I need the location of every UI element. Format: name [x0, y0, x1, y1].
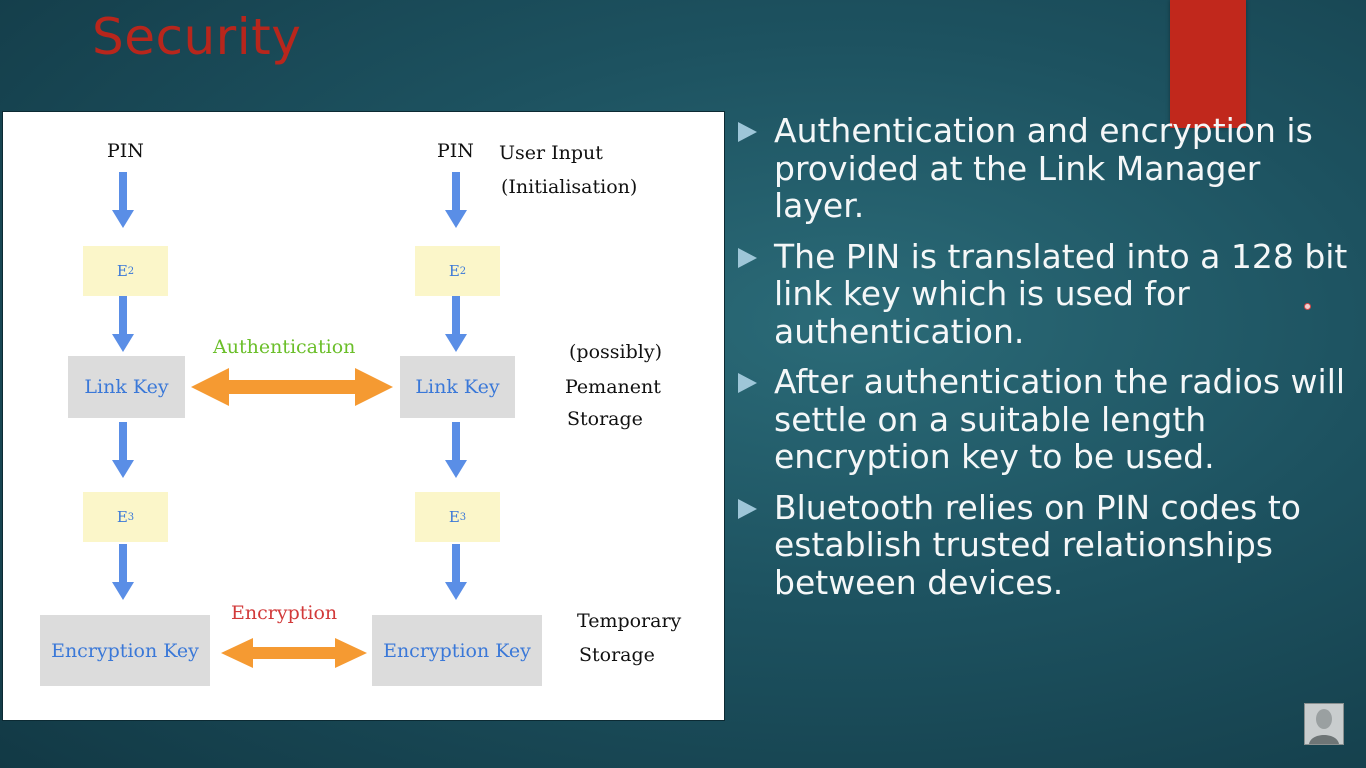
bullet-text: After authentication the radios will set…: [774, 362, 1346, 476]
initialisation-label: (Initialisation): [501, 176, 638, 198]
left-e2-label: E: [116, 262, 128, 280]
triangle-bullet-icon: [738, 373, 757, 393]
encryption-label: Encryption: [231, 602, 338, 624]
right-pin-label: PIN: [437, 140, 474, 162]
bullet-item: After authentication the radios will set…: [738, 363, 1358, 476]
right-link-key-label: Link Key: [415, 376, 500, 398]
right-e3-label: E: [448, 508, 460, 526]
bullet-list: Authentication and encryption is provide…: [738, 112, 1358, 614]
slide-title: Security: [92, 8, 302, 66]
left-e2-sub: 2: [127, 265, 135, 277]
arrow-down-left-1: [112, 172, 134, 228]
bullet-item: Bluetooth relies on PIN codes to establi…: [738, 487, 1358, 602]
right-e2-label: E: [448, 262, 460, 280]
left-link-key-label: Link Key: [84, 376, 169, 398]
left-e3-sub: 3: [127, 511, 135, 523]
accent-block: [1170, 0, 1246, 128]
bullet-text: The PIN is translated into a 128 bit lin…: [774, 236, 1348, 351]
triangle-bullet-icon: [738, 122, 757, 142]
encryption-double-arrow: [221, 638, 367, 668]
bullet-text: Authentication and encryption is provide…: [774, 111, 1313, 225]
left-pin-label: PIN: [107, 140, 144, 162]
arrow-down-right-2: [445, 296, 467, 352]
person-icon: [1305, 704, 1343, 744]
temporary-storage-line-2: Storage: [579, 644, 655, 666]
bullet-item: The PIN is translated into a 128 bit lin…: [738, 236, 1358, 351]
arrow-down-right-1: [445, 172, 467, 228]
bullet-text: Bluetooth relies on PIN codes to establi…: [774, 487, 1301, 602]
bullet-item: Authentication and encryption is provide…: [738, 112, 1358, 225]
left-link-key-box: Link Key: [68, 356, 185, 418]
left-e3-label: E: [116, 508, 128, 526]
permanent-storage-line-1: (possibly): [569, 341, 662, 363]
security-diagram: PIN E2 Link Key E3 Encryption Key PIN Us…: [2, 111, 725, 721]
right-encryption-key-box: Encryption Key: [372, 615, 542, 686]
right-link-key-box: Link Key: [400, 356, 515, 418]
temporary-storage-line-1: Temporary: [577, 610, 682, 632]
left-encryption-key-box: Encryption Key: [40, 615, 210, 686]
left-encryption-key-label: Encryption Key: [51, 639, 199, 662]
left-e2-box: E2: [83, 246, 168, 296]
pointer-dot: [1304, 303, 1311, 310]
arrow-down-left-4: [112, 544, 134, 600]
arrow-down-left-3: [112, 422, 134, 478]
right-e2-box: E2: [415, 246, 500, 296]
triangle-bullet-icon: [738, 498, 757, 519]
right-encryption-key-label: Encryption Key: [383, 639, 531, 662]
authentication-label: Authentication: [213, 336, 356, 358]
left-e3-box: E3: [83, 492, 168, 542]
permanent-storage-line-2: Pemanent: [565, 376, 661, 398]
authentication-double-arrow: [191, 368, 393, 406]
presenter-avatar: [1304, 703, 1344, 745]
triangle-bullet-icon: [738, 247, 757, 268]
user-input-label: User Input: [499, 142, 603, 164]
arrow-down-right-3: [445, 422, 467, 478]
arrow-down-left-2: [112, 296, 134, 352]
arrow-down-right-4: [445, 544, 467, 600]
right-e3-box: E3: [415, 492, 500, 542]
right-e2-sub: 2: [459, 265, 467, 277]
permanent-storage-line-3: Storage: [567, 408, 643, 430]
right-e3-sub: 3: [459, 511, 467, 523]
